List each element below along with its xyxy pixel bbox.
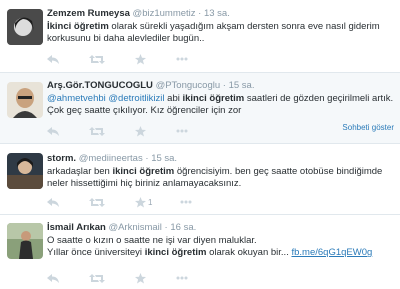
reply-icon[interactable]: [47, 273, 59, 283]
user-handle[interactable]: @PTongucoglu: [156, 80, 221, 91]
user-handle[interactable]: @mediineertas: [79, 153, 143, 164]
tweet-item[interactable]: İsmail Arıkan @Arknismail · 16 sa. O saa…: [0, 215, 400, 289]
timestamp[interactable]: 15 sa.: [229, 80, 255, 91]
more-icon[interactable]: [176, 129, 188, 133]
retweet-icon[interactable]: [89, 126, 105, 136]
avatar[interactable]: [7, 82, 43, 118]
star-icon[interactable]: [135, 53, 146, 65]
tweet-actions: [47, 272, 218, 284]
display-name[interactable]: Arş.Gör.TONGUCOGLU: [47, 80, 153, 91]
display-name[interactable]: İsmail Arıkan: [47, 222, 106, 233]
tweet-actions: 1: [47, 196, 222, 208]
timestamp[interactable]: 13 sa.: [204, 8, 230, 19]
reply-icon[interactable]: [47, 126, 59, 136]
user-handle[interactable]: @biz1ummetiz: [133, 8, 196, 19]
tweet-actions: [47, 53, 218, 65]
star-icon[interactable]: [135, 272, 146, 284]
tweet-item[interactable]: Zemzem Rumeysa @biz1ummetiz · 13 sa. İki…: [0, 0, 400, 73]
favorite-button[interactable]: 1: [135, 196, 153, 208]
tweet-text: İkinci öğretim olarak sürekli yaşadığım …: [47, 21, 380, 45]
tweet-text: arkadaşlar ben ikinci öğretim öğrencisiy…: [47, 166, 383, 190]
tweet-text: O saatte o kızın o saatte ne işi var diy…: [47, 235, 373, 259]
separator-dot: ·: [145, 153, 149, 164]
avatar[interactable]: [7, 9, 43, 45]
separator-dot: ·: [222, 80, 226, 91]
tweet-actions: [47, 125, 218, 137]
avatar[interactable]: [7, 153, 43, 189]
avatar[interactable]: [7, 223, 43, 259]
tweet-feed: Zemzem Rumeysa @biz1ummetiz · 13 sa. İki…: [0, 0, 400, 289]
star-icon[interactable]: [135, 125, 146, 137]
tweet-item[interactable]: Arş.Gör.TONGUCOGLU @PTongucoglu · 15 sa.…: [0, 73, 400, 144]
tweet-item[interactable]: storm. @mediineertas · 15 sa. arkadaşlar…: [0, 144, 400, 215]
retweet-icon[interactable]: [89, 197, 105, 207]
display-name[interactable]: storm.: [47, 153, 76, 164]
more-icon[interactable]: [180, 200, 192, 204]
user-handle[interactable]: @Arknismail: [108, 222, 161, 233]
tweet-text: @ahmetvehbi @detroitlikizil abi ikinci ö…: [47, 93, 394, 117]
reply-icon[interactable]: [47, 54, 59, 64]
retweet-icon[interactable]: [89, 273, 105, 283]
display-name[interactable]: Zemzem Rumeysa: [47, 8, 130, 19]
separator-dot: ·: [198, 8, 202, 19]
timestamp[interactable]: 15 sa.: [151, 153, 177, 164]
timestamp[interactable]: 16 sa.: [170, 222, 196, 233]
star-icon: [135, 196, 146, 207]
more-icon[interactable]: [176, 57, 188, 61]
more-icon[interactable]: [176, 276, 188, 280]
show-conversation-link[interactable]: Sohbeti göster: [342, 123, 394, 132]
reply-icon[interactable]: [47, 197, 59, 207]
retweet-icon[interactable]: [89, 54, 105, 64]
favorite-count: 1: [148, 197, 153, 207]
separator-dot: ·: [164, 222, 168, 233]
